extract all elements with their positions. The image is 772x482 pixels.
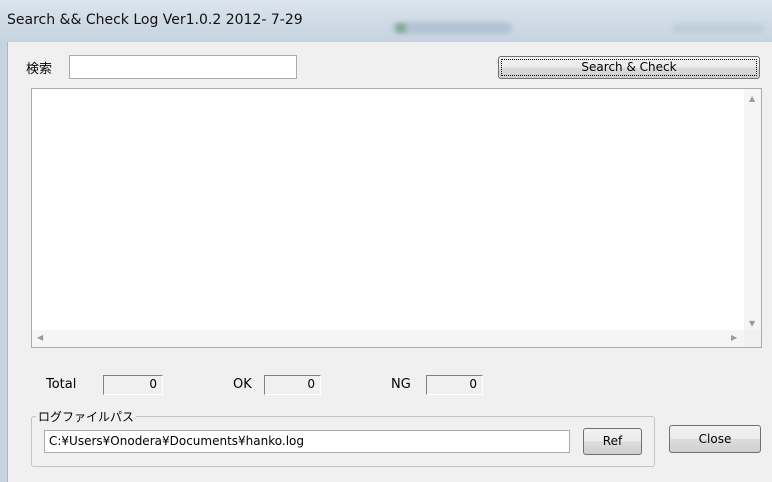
vertical-scrollbar[interactable]: ▲ ▼ [744, 89, 761, 330]
search-check-button-label: Search & Check [581, 60, 677, 74]
image-file-icon [396, 23, 406, 33]
ok-label: OK [233, 377, 252, 392]
search-label: 検索 [26, 62, 53, 77]
ref-button[interactable]: Ref [583, 428, 642, 455]
total-label: Total [46, 377, 77, 392]
close-button[interactable]: Close [669, 425, 761, 453]
window-title: Search && Check Log Ver1.0.2 2012- 7-29 [7, 12, 303, 28]
scroll-right-arrow-icon[interactable]: ▶ [731, 334, 737, 342]
logfile-path-input[interactable]: C:¥Users¥Onodera¥Documents¥hanko.log [44, 430, 570, 453]
scrollbar-corner [744, 330, 761, 347]
close-button-label: Close [698, 432, 732, 446]
ng-label: NG [391, 377, 411, 392]
taskbar-blur-region-right [672, 24, 764, 33]
scroll-down-arrow-icon[interactable]: ▼ [749, 320, 755, 328]
total-count: 0 [103, 375, 163, 395]
search-input[interactable] [69, 55, 297, 79]
ref-button-label: Ref [602, 434, 623, 448]
horizontal-scrollbar[interactable]: ◀ ▶ [32, 330, 744, 347]
logfile-group-label: ログファイルパス [36, 408, 137, 425]
ok-count: 0 [264, 375, 321, 395]
scroll-up-arrow-icon[interactable]: ▲ [749, 95, 755, 103]
taskbar-blur-region [392, 22, 512, 34]
log-textarea[interactable]: ▲ ▼ ◀ ▶ [31, 88, 762, 348]
ng-count: 0 [426, 375, 483, 395]
window-titlebar[interactable]: Search && Check Log Ver1.0.2 2012- 7-29 [0, 0, 772, 42]
scroll-left-arrow-icon[interactable]: ◀ [37, 334, 43, 342]
search-check-button[interactable]: Search & Check [498, 56, 760, 79]
window-left-border [0, 42, 8, 482]
